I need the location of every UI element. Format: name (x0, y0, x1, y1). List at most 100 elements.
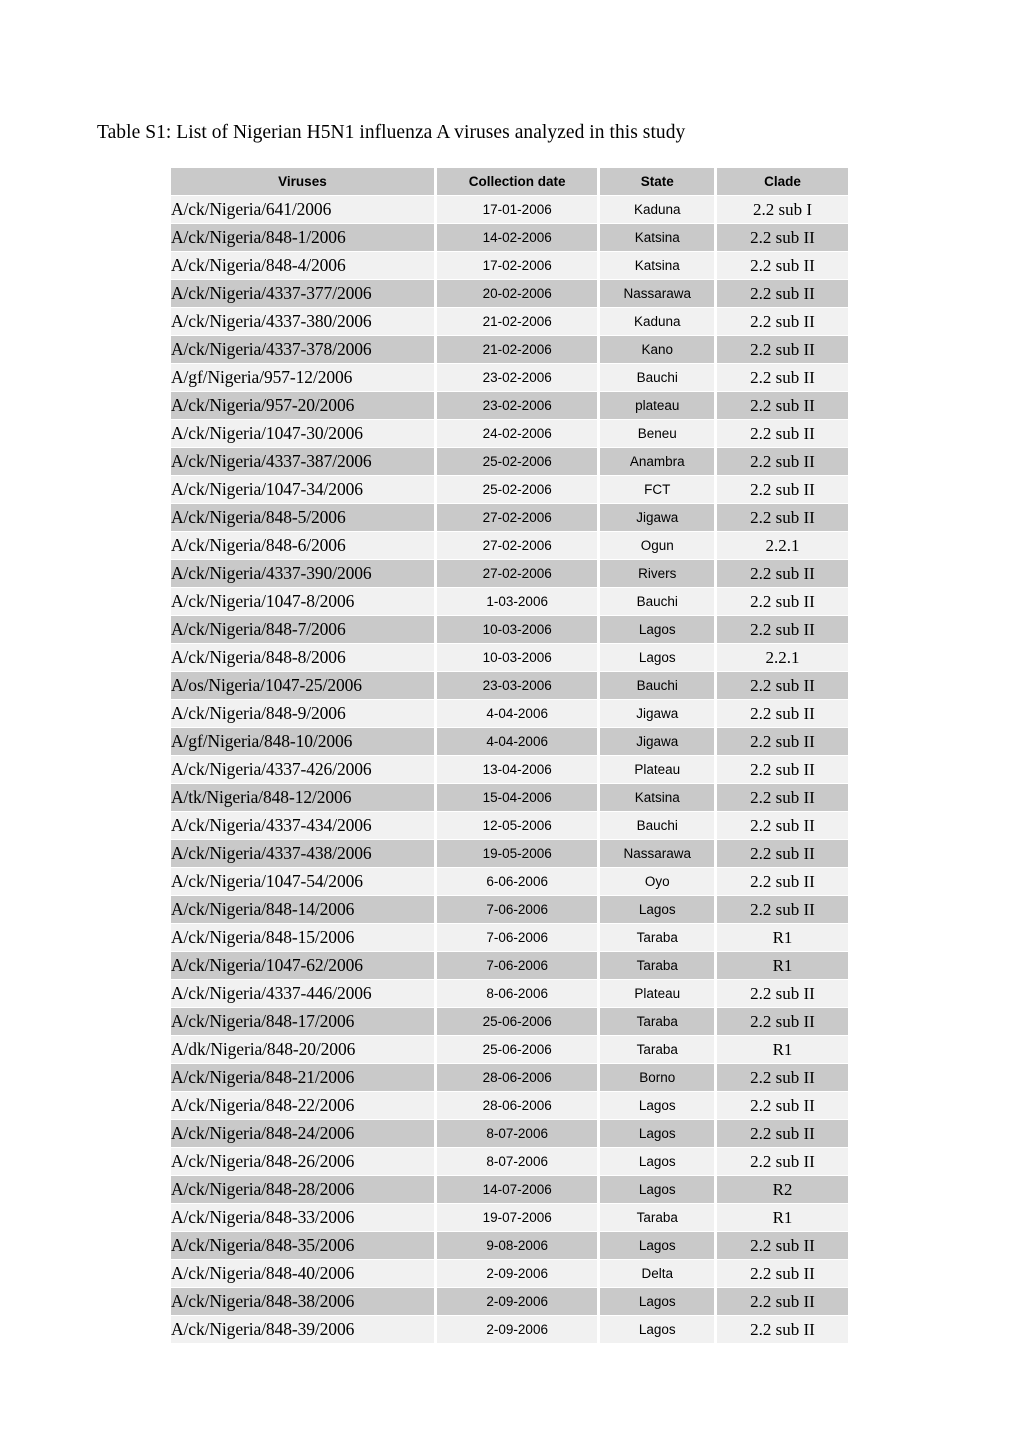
cell-collection-date: 25-06-2006 (436, 1036, 598, 1063)
cell-clade: R1 (717, 952, 848, 979)
cell-clade: 2.2 sub I (717, 196, 848, 223)
cell-collection-date: 17-02-2006 (436, 252, 598, 279)
table-row: A/ck/Nigeria/1047-8/2006 1-03-2006 Bauchi 2… (171, 588, 848, 615)
cell-clade: 2.2 sub II (717, 1232, 848, 1259)
cell-virus-name: A/tk/Nigeria/848-12/2006 (171, 784, 434, 811)
cell-clade: R1 (717, 1204, 848, 1231)
table-row: A/ck/Nigeria/848-24/2006 8-07-2006 Lagos 2.… (171, 1120, 848, 1147)
cell-clade: 2.2 sub II (717, 784, 848, 811)
cell-state: Bauchi (600, 588, 715, 615)
cell-collection-date: 14-07-2006 (436, 1176, 598, 1203)
table-s1-container: Viruses Collection date State Clade A/ck… (171, 168, 848, 1343)
cell-virus-name: A/ck/Nigeria/848-21/2006 (171, 1064, 434, 1091)
cell-state: Lagos (600, 1176, 715, 1203)
table-row: A/ck/Nigeria/4337-377/2006 20-02-2006 Nass… (171, 280, 848, 307)
cell-collection-date: 10-03-2006 (436, 616, 598, 643)
cell-collection-date: 7-06-2006 (436, 924, 598, 951)
cell-state: Jigawa (600, 728, 715, 755)
cell-collection-date: 2-09-2006 (436, 1316, 598, 1343)
table-row: A/ck/Nigeria/848-7/2006 10-03-2006 Lagos 2.… (171, 616, 848, 643)
table-row: A/ck/Nigeria/4337-434/2006 12-05-2006 Bauc… (171, 812, 848, 839)
cell-virus-name: A/ck/Nigeria/848-24/2006 (171, 1120, 434, 1147)
cell-state: Bauchi (600, 364, 715, 391)
cell-virus-name: A/ck/Nigeria/4337-377/2006 (171, 280, 434, 307)
cell-state: Lagos (600, 1148, 715, 1175)
cell-virus-name: A/ck/Nigeria/848-28/2006 (171, 1176, 434, 1203)
cell-state: Lagos (600, 1316, 715, 1343)
cell-virus-name: A/ck/Nigeria/848-26/2006 (171, 1148, 434, 1175)
table-row: A/gf/Nigeria/957-12/2006 23-02-2006 Bauchi… (171, 364, 848, 391)
table-row: A/ck/Nigeria/4337-378/2006 21-02-2006 Kano… (171, 336, 848, 363)
cell-state: Beneu (600, 420, 715, 447)
cell-state: Katsina (600, 784, 715, 811)
cell-virus-name: A/ck/Nigeria/4337-378/2006 (171, 336, 434, 363)
column-header-collection-date: Collection date (436, 168, 598, 195)
table-row: A/ck/Nigeria/848-1/2006 14-02-2006 Katsina… (171, 224, 848, 251)
cell-collection-date: 1-03-2006 (436, 588, 598, 615)
cell-state: Rivers (600, 560, 715, 587)
table-row: A/ck/Nigeria/848-8/2006 10-03-2006 Lagos 2.… (171, 644, 848, 671)
cell-collection-date: 7-06-2006 (436, 896, 598, 923)
table-row: A/ck/Nigeria/848-35/2006 9-08-2006 Lagos 2.… (171, 1232, 848, 1259)
cell-collection-date: 2-09-2006 (436, 1260, 598, 1287)
cell-virus-name: A/ck/Nigeria/1047-62/2006 (171, 952, 434, 979)
cell-state: Anambra (600, 448, 715, 475)
cell-collection-date: 23-03-2006 (436, 672, 598, 699)
cell-virus-name: A/ck/Nigeria/641/2006 (171, 196, 434, 223)
cell-clade: 2.2 sub II (717, 616, 848, 643)
cell-virus-name: A/ck/Nigeria/1047-8/2006 (171, 588, 434, 615)
cell-virus-name: A/ck/Nigeria/848-35/2006 (171, 1232, 434, 1259)
table-row: A/ck/Nigeria/1047-54/2006 6-06-2006 Oyo 2.2… (171, 868, 848, 895)
cell-collection-date: 8-07-2006 (436, 1148, 598, 1175)
cell-clade: 2.2 sub II (717, 1316, 848, 1343)
cell-collection-date: 8-07-2006 (436, 1120, 598, 1147)
table-row: A/ck/Nigeria/1047-30/2006 24-02-2006 Beneu… (171, 420, 848, 447)
cell-state: Lagos (600, 1288, 715, 1315)
cell-collection-date: 28-06-2006 (436, 1092, 598, 1119)
cell-state: Delta (600, 1260, 715, 1287)
cell-state: Lagos (600, 644, 715, 671)
cell-collection-date: 25-06-2006 (436, 1008, 598, 1035)
table-row: A/ck/Nigeria/848-38/2006 2-09-2006 Lagos 2.… (171, 1288, 848, 1315)
cell-state: Lagos (600, 616, 715, 643)
cell-state: Borno (600, 1064, 715, 1091)
cell-clade: 2.2 sub II (717, 560, 848, 587)
cell-collection-date: 12-05-2006 (436, 812, 598, 839)
table-row: A/gf/Nigeria/848-10/2006 4-04-2006 Jigawa 2… (171, 728, 848, 755)
cell-state: Taraba (600, 924, 715, 951)
table-row: A/ck/Nigeria/848-17/2006 25-06-2006 Taraba… (171, 1008, 848, 1035)
cell-virus-name: A/ck/Nigeria/1047-30/2006 (171, 420, 434, 447)
cell-virus-name: A/dk/Nigeria/848-20/2006 (171, 1036, 434, 1063)
cell-virus-name: A/os/Nigeria/1047-25/2006 (171, 672, 434, 699)
cell-state: Jigawa (600, 504, 715, 531)
cell-collection-date: 10-03-2006 (436, 644, 598, 671)
cell-virus-name: A/ck/Nigeria/4337-380/2006 (171, 308, 434, 335)
cell-clade: 2.2 sub II (717, 1064, 848, 1091)
cell-virus-name: A/ck/Nigeria/848-4/2006 (171, 252, 434, 279)
cell-collection-date: 24-02-2006 (436, 420, 598, 447)
cell-virus-name: A/ck/Nigeria/1047-54/2006 (171, 868, 434, 895)
cell-virus-name: A/ck/Nigeria/848-40/2006 (171, 1260, 434, 1287)
cell-collection-date: 9-08-2006 (436, 1232, 598, 1259)
table-row: A/ck/Nigeria/4337-390/2006 27-02-2006 Rive… (171, 560, 848, 587)
cell-clade: 2.2 sub II (717, 756, 848, 783)
cell-clade: 2.2 sub II (717, 476, 848, 503)
cell-clade: 2.2 sub II (717, 308, 848, 335)
cell-state: Kaduna (600, 308, 715, 335)
cell-clade: 2.2 sub II (717, 280, 848, 307)
cell-state: Nassarawa (600, 280, 715, 307)
cell-state: Bauchi (600, 812, 715, 839)
table-row: A/ck/Nigeria/848-6/2006 27-02-2006 Ogun 2.2… (171, 532, 848, 559)
cell-virus-name: A/gf/Nigeria/848-10/2006 (171, 728, 434, 755)
cell-collection-date: 2-09-2006 (436, 1288, 598, 1315)
cell-clade: 2.2 sub II (717, 448, 848, 475)
cell-clade: 2.2 sub II (717, 504, 848, 531)
cell-clade: 2.2 sub II (717, 252, 848, 279)
cell-clade: 2.2.1 (717, 644, 848, 671)
cell-state: Ogun (600, 532, 715, 559)
column-header-viruses: Viruses (171, 168, 434, 195)
cell-collection-date: 21-02-2006 (436, 336, 598, 363)
table-row: A/ck/Nigeria/957-20/2006 23-02-2006 platea… (171, 392, 848, 419)
cell-state: Katsina (600, 224, 715, 251)
cell-collection-date: 23-02-2006 (436, 364, 598, 391)
